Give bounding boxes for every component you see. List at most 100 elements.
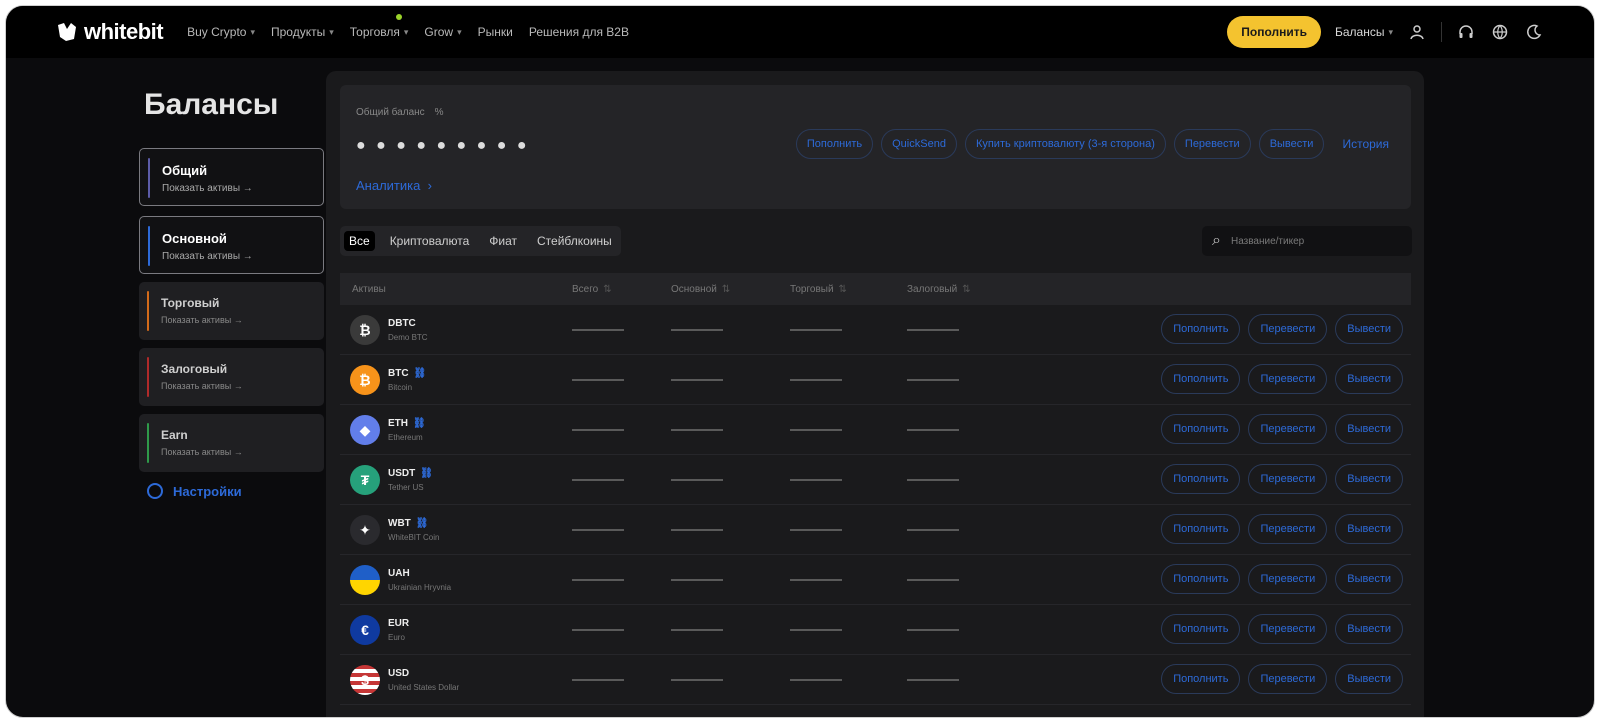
balances-panel: Общий баланс % ● ● ● ● ● ● ● ● ● Аналити… <box>326 71 1424 717</box>
hidden-amount <box>572 679 624 681</box>
row-action-button-0[interactable]: Пополнить <box>1161 564 1241 594</box>
analytics-link[interactable]: Аналитика › <box>356 178 432 193</box>
row-action-button-0[interactable]: Пополнить <box>1161 364 1241 394</box>
row-action-button-1[interactable]: Перевести <box>1248 614 1328 644</box>
row-action-button-2[interactable]: Вывести <box>1335 564 1403 594</box>
hidden-amount <box>907 379 959 381</box>
column-header-2[interactable]: Основной ⇅ <box>671 284 730 295</box>
total-balance-card: Общий баланс % ● ● ● ● ● ● ● ● ● Аналити… <box>340 85 1411 209</box>
account-card-4[interactable]: Earn Показать активы → <box>139 414 324 472</box>
column-header-1[interactable]: Всего ⇅ <box>572 284 612 295</box>
column-header-3[interactable]: Торговый ⇅ <box>790 284 847 295</box>
chevron-down-icon: ▾ <box>1388 26 1393 37</box>
row-action-button-0[interactable]: Пополнить <box>1161 614 1241 644</box>
show-assets-link[interactable]: Показать активы → <box>162 183 323 194</box>
account-card-2[interactable]: Торговый Показать активы → <box>139 282 324 340</box>
nav-item-5[interactable]: Решения для B2B <box>529 25 629 39</box>
show-assets-link[interactable]: Показать активы → <box>161 381 324 391</box>
balance-action-button-1[interactable]: QuickSend <box>881 129 957 159</box>
row-action-button-1[interactable]: Перевести <box>1248 464 1328 494</box>
deposit-header-button[interactable]: Пополнить <box>1227 16 1321 48</box>
hidden-amount <box>671 379 723 381</box>
link-icon[interactable]: ⛓ <box>416 518 429 529</box>
show-assets-link[interactable]: Показать активы → <box>162 251 323 262</box>
row-action-button-1[interactable]: Перевести <box>1248 414 1328 444</box>
account-card-0[interactable]: Общий Показать активы → <box>139 148 324 206</box>
row-action-button-0[interactable]: Пополнить <box>1161 514 1241 544</box>
row-action-button-1[interactable]: Перевести <box>1248 514 1328 544</box>
show-assets-link[interactable]: Показать активы → <box>161 447 324 457</box>
tab-2[interactable]: Фиат <box>484 231 522 251</box>
nav-item-2[interactable]: Торговля ▾ <box>350 14 409 39</box>
row-action-button-1[interactable]: Перевести <box>1248 364 1328 394</box>
nav-item-3[interactable]: Grow ▾ <box>424 25 461 39</box>
asset-table: ₿ DBTC Demo BTC Пополнить Перевести Вывести ₿ B… <box>340 305 1411 705</box>
row-action-button-1[interactable]: Перевести <box>1248 314 1328 344</box>
show-assets-label: Показать активы <box>161 315 232 325</box>
search-input[interactable] <box>1230 235 1391 247</box>
hidden-amount <box>572 579 624 581</box>
row-action-button-2[interactable]: Вывести <box>1335 314 1403 344</box>
balance-action-button-0[interactable]: Пополнить <box>795 129 874 159</box>
account-card-3[interactable]: Залоговый Показать активы → <box>139 348 324 406</box>
row-action-button-2[interactable]: Вывести <box>1335 414 1403 444</box>
chevron-down-icon: ▾ <box>250 26 255 37</box>
coin-icon-eth: ◆ <box>350 415 380 445</box>
nav-item-1[interactable]: Продукты ▾ <box>271 25 334 39</box>
globe-icon[interactable] <box>1490 22 1510 42</box>
row-action-button-0[interactable]: Пополнить <box>1161 664 1241 694</box>
moon-icon[interactable] <box>1524 22 1544 42</box>
tab-1[interactable]: Криптовалюта <box>385 231 475 251</box>
arrow-right-icon: → <box>231 315 243 325</box>
account-card-1[interactable]: Основной Показать активы → <box>139 216 324 274</box>
row-action-button-2[interactable]: Вывести <box>1335 614 1403 644</box>
row-action-button-1[interactable]: Перевести <box>1248 664 1328 694</box>
asset-name: Demo BTC <box>388 333 428 342</box>
balances-menu[interactable]: Балансы ▾ <box>1335 25 1393 39</box>
page-title: Балансы <box>144 88 279 121</box>
asset-search[interactable]: ⌕ <box>1202 226 1412 256</box>
hidden-balance-value[interactable]: ● ● ● ● ● ● ● ● ● <box>356 137 530 155</box>
row-actions: Пополнить Перевести Вывести <box>1161 514 1403 544</box>
balance-action-button-4[interactable]: Вывести <box>1258 129 1325 159</box>
coin-icon-dbtc: ₿ <box>350 315 380 345</box>
link-icon[interactable]: ⛓ <box>414 368 427 379</box>
percent-toggle[interactable]: % <box>435 107 444 118</box>
row-action-button-0[interactable]: Пополнить <box>1161 314 1241 344</box>
column-header-4[interactable]: Залоговый ⇅ <box>907 284 971 295</box>
chevron-down-icon: ▾ <box>329 26 334 37</box>
settings-link[interactable]: Настройки <box>147 483 242 499</box>
header-divider <box>1441 22 1442 42</box>
coin-icon-wbt: ✦ <box>350 515 380 545</box>
tab-3[interactable]: Стейблкоины <box>532 231 617 251</box>
balance-action-button-3[interactable]: Перевести <box>1173 129 1251 159</box>
asset-name: United States Dollar <box>388 683 460 692</box>
hidden-amount <box>671 479 723 481</box>
row-action-button-2[interactable]: Вывести <box>1335 464 1403 494</box>
row-action-button-2[interactable]: Вывести <box>1335 514 1403 544</box>
row-action-button-0[interactable]: Пополнить <box>1161 464 1241 494</box>
show-assets-link[interactable]: Показать активы → <box>161 315 324 325</box>
link-icon[interactable]: ⛓ <box>420 468 433 479</box>
logo[interactable]: whitebit <box>56 19 164 45</box>
headset-icon[interactable] <box>1456 22 1476 42</box>
account-name: Залоговый <box>161 362 228 376</box>
tab-0[interactable]: Все <box>344 231 375 251</box>
row-action-button-0[interactable]: Пополнить <box>1161 414 1241 444</box>
history-link[interactable]: История <box>1332 137 1399 151</box>
nav-item-0[interactable]: Buy Crypto ▾ <box>187 25 255 39</box>
link-icon[interactable]: ⛓ <box>413 418 426 429</box>
nav-item-4[interactable]: Рынки <box>478 25 513 39</box>
row-action-button-2[interactable]: Вывести <box>1335 364 1403 394</box>
sort-icon: ⇅ <box>838 284 847 295</box>
gear-icon <box>147 483 163 499</box>
row-action-button-2[interactable]: Вывести <box>1335 664 1403 694</box>
asset-filter-tabs: Все Криптовалюта Фиат Стейблкоины <box>340 226 621 256</box>
chevron-down-icon: ▾ <box>403 26 409 37</box>
asset-name: Tether US <box>388 483 424 492</box>
row-action-button-1[interactable]: Перевести <box>1248 564 1328 594</box>
total-balance-title: Общий баланс <box>356 107 425 118</box>
show-assets-label: Показать активы <box>162 183 241 194</box>
balance-action-button-2[interactable]: Купить криптовалюту (3-я сторона) <box>964 129 1166 159</box>
user-icon[interactable] <box>1407 22 1427 42</box>
